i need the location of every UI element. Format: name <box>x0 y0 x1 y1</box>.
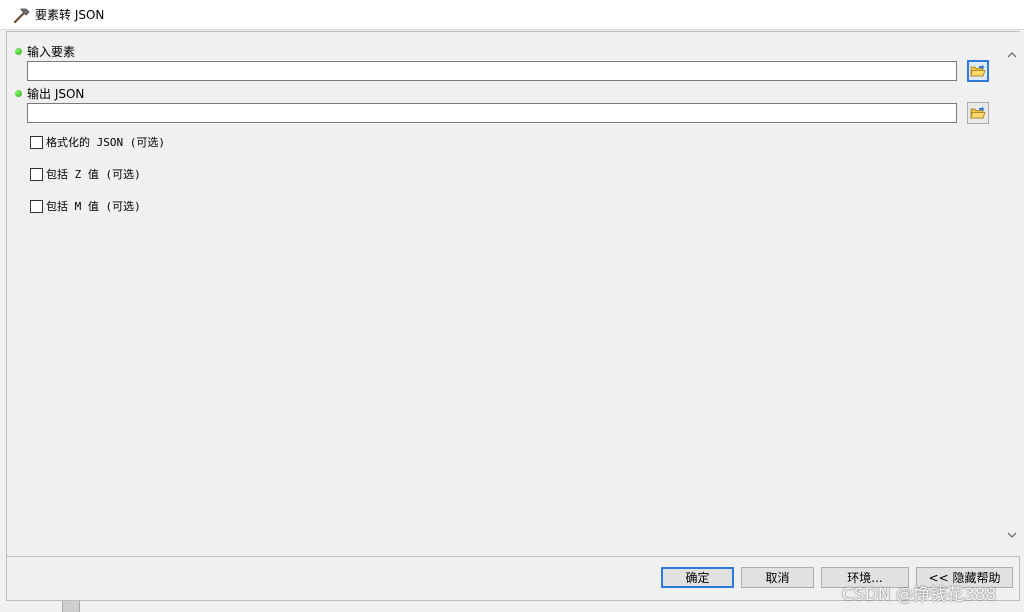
include-z-option[interactable]: 包括 Z 值 (可选) <box>30 166 141 182</box>
required-dot-icon <box>15 89 22 97</box>
include-z-checkbox[interactable] <box>30 167 43 181</box>
output-json-label: 输出 JSON <box>15 85 84 101</box>
background-window-edge <box>62 601 80 612</box>
vertical-scrollbar[interactable] <box>1003 32 1020 556</box>
format-json-checkbox[interactable] <box>30 135 43 149</box>
open-folder-icon <box>970 106 986 119</box>
input-features-field[interactable] <box>27 61 957 81</box>
include-m-checkbox[interactable] <box>30 199 43 213</box>
format-json-option[interactable]: 格式化的 JSON (可选) <box>30 134 165 150</box>
open-folder-icon <box>970 64 986 77</box>
output-json-field[interactable] <box>27 103 957 123</box>
watermark: CSDN @挣钱花388 <box>842 585 997 605</box>
output-json-browse-button[interactable] <box>967 102 989 124</box>
input-features-browse-button[interactable] <box>967 60 989 82</box>
include-m-option[interactable]: 包括 M 值 (可选) <box>30 198 141 214</box>
scroll-down-icon[interactable] <box>1003 526 1020 543</box>
cancel-button[interactable]: 取消 <box>741 567 814 588</box>
scroll-up-icon[interactable] <box>1003 46 1020 63</box>
title-bar: 要素转 JSON <box>0 0 1024 30</box>
window-title: 要素转 JSON <box>35 8 105 22</box>
hammer-icon <box>13 8 30 23</box>
required-dot-icon <box>15 47 22 55</box>
parameters-panel: 输入要素 输出 JSON 格式化的 JSON (可选) 包括 Z 值 (可选) … <box>6 31 1020 557</box>
ok-button[interactable]: 确定 <box>661 567 734 588</box>
input-features-label: 输入要素 <box>15 43 75 59</box>
